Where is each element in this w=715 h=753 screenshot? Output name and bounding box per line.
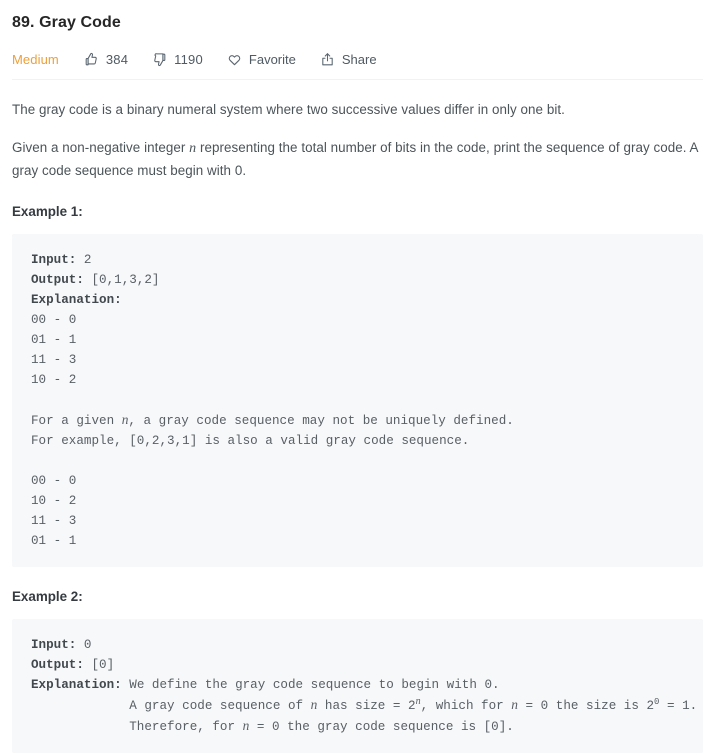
problem-meta-row: Medium 384 1190 Favorite Share (12, 48, 703, 70)
variable-n: n (242, 718, 250, 733)
example-1-input-value: 2 (76, 253, 92, 267)
dislike-button[interactable]: 1190 (152, 52, 203, 67)
favorite-button[interactable]: Favorite (227, 52, 296, 67)
example-2-input-label: Input: (31, 638, 77, 652)
example-2-explanation-line-2-a: A gray code sequence of (31, 699, 311, 713)
example-2-output-label: Output: (31, 658, 84, 672)
example-2-explanation-line-1: We define the gray code sequence to begi… (121, 678, 500, 692)
problem-description-page: 89. Gray Code Medium 384 1190 Favorite S… (0, 0, 715, 753)
example-1-code-block: Input: 2 Output: [0,1,3,2] Explanation: … (12, 234, 703, 567)
share-button[interactable]: Share (320, 52, 377, 67)
like-button[interactable]: 384 (84, 52, 128, 67)
example-2-explanation-line-2-c: , which for (420, 699, 512, 713)
example-1-mapping-lines-second: 00 - 0 10 - 2 11 - 3 01 - 1 (31, 474, 77, 548)
example-2-explanation-line-3-b: = 0 the gray code sequence is [0]. (249, 720, 514, 734)
example-1-output-label: Output: (31, 273, 84, 287)
example-2-explanation-line-2-b: has size = 2 (317, 699, 416, 713)
thumbs-up-icon (84, 52, 99, 67)
example-2-heading: Example 2: (12, 589, 83, 604)
dislike-count: 1190 (174, 51, 203, 67)
page-title: 89. Gray Code (12, 14, 121, 31)
example-2-explanation-line-2-e: = 1. (659, 699, 698, 713)
description-paragraph-1: The gray code is a binary numeral system… (12, 102, 565, 117)
share-label: Share (341, 51, 377, 67)
example-2-explanation-line-3-a: Therefore, for (31, 720, 243, 734)
like-count: 384 (105, 51, 129, 67)
variable-n: n (511, 697, 518, 712)
description-paragraph-2: Given a non-negative integer n represent… (12, 121, 703, 182)
example-1-note-text-a: For a given (31, 414, 122, 428)
share-icon (320, 52, 335, 67)
description-paragraph-2-text-a: Given a non-negative integer (12, 140, 190, 155)
example-2-code-block: Input: 0 Output: [0] Explanation: We def… (12, 619, 703, 753)
problem-content: The gray code is a binary numeral system… (12, 80, 703, 753)
example-2-input-value: 0 (76, 638, 92, 652)
heart-icon (227, 52, 242, 67)
example-1-heading: Example 1: (12, 204, 83, 219)
example-2-explanation-label: Explanation: (31, 678, 122, 692)
example-1-explanation-label: Explanation: (31, 293, 122, 307)
example-2-explanation-line-2-d: = 0 the size is 2 (518, 699, 655, 713)
example-1-input-label: Input: (31, 253, 77, 267)
example-1-mapping-lines-first: 00 - 0 01 - 1 11 - 3 10 - 2 (31, 313, 77, 387)
example-1-output-value: [0,1,3,2] (83, 273, 160, 287)
example-2-output-value: [0] (83, 658, 115, 672)
difficulty-badge: Medium (12, 51, 59, 67)
favorite-label: Favorite (248, 51, 296, 67)
thumbs-down-icon (152, 52, 167, 67)
